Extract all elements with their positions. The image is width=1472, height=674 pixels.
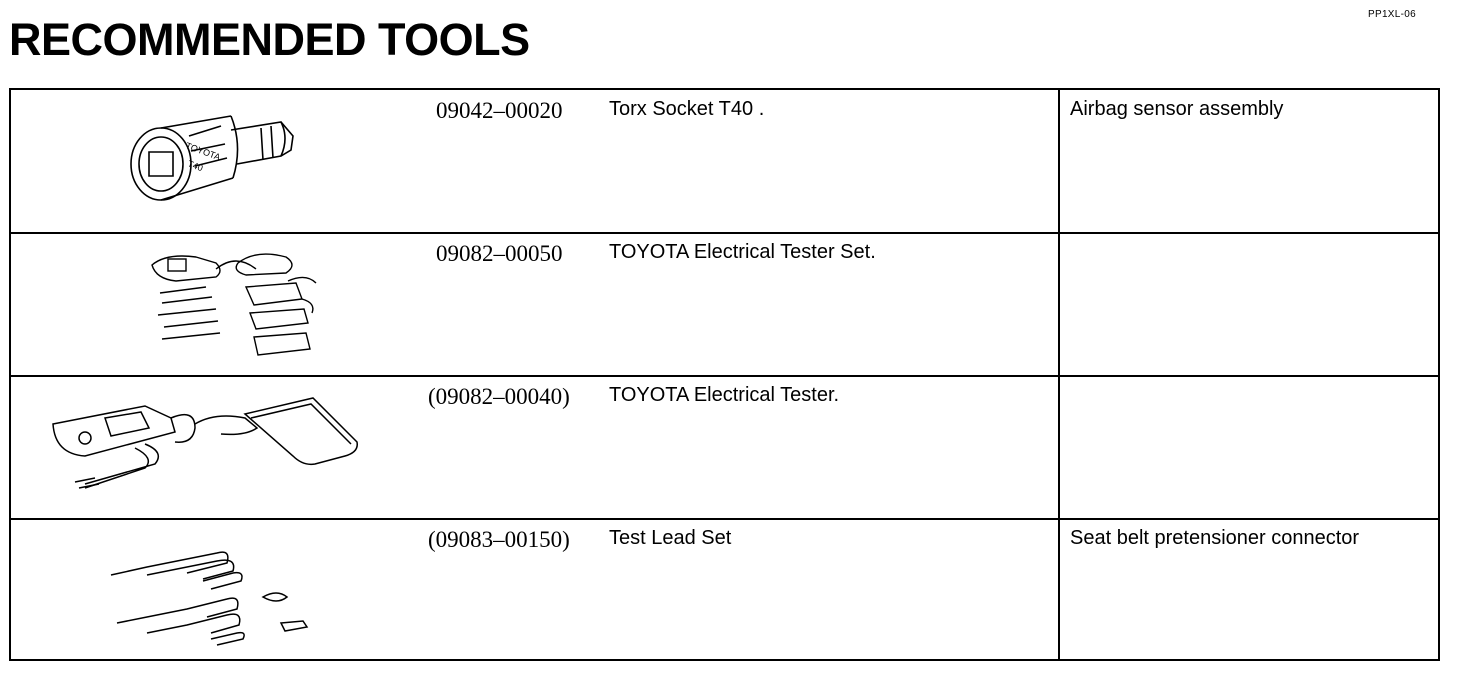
table-row: TOYOTA T40 09042–00020 Torx Socket T40 .… (11, 90, 1438, 232)
tool-usage: Seat belt pretensioner connector (1070, 527, 1360, 549)
torx-socket-icon: TOYOTA T40 (121, 106, 301, 221)
tool-usage: Airbag sensor assembly (1070, 98, 1284, 120)
svg-text:T40: T40 (186, 158, 204, 173)
test-lead-set-icon (107, 539, 317, 654)
tool-name: Torx Socket T40 . (609, 98, 765, 120)
table-row: 09082–00050 TOYOTA Electrical Tester Set… (11, 233, 1438, 375)
document-code: PP1XL-06 (1368, 9, 1416, 20)
table-row: (09082–00040) TOYOTA Electrical Tester. (11, 376, 1438, 518)
part-number: 09042–00020 (436, 98, 563, 123)
table-row: (09083–00150) Test Lead Set Seat belt pr… (11, 519, 1438, 661)
tools-table: TOYOTA T40 09042–00020 Torx Socket T40 .… (9, 88, 1440, 661)
part-number: 09082–00050 (436, 241, 563, 266)
page-title: RECOMMENDED TOOLS (9, 14, 530, 65)
part-number: (09083–00150) (428, 527, 570, 552)
tool-name: TOYOTA Electrical Tester. (609, 384, 840, 406)
tool-name: Test Lead Set (609, 527, 732, 549)
part-number: (09082–00040) (428, 384, 570, 409)
electrical-tester-icon (45, 388, 365, 493)
tool-name: TOYOTA Electrical Tester Set. (609, 241, 876, 263)
tester-set-icon (146, 243, 317, 368)
